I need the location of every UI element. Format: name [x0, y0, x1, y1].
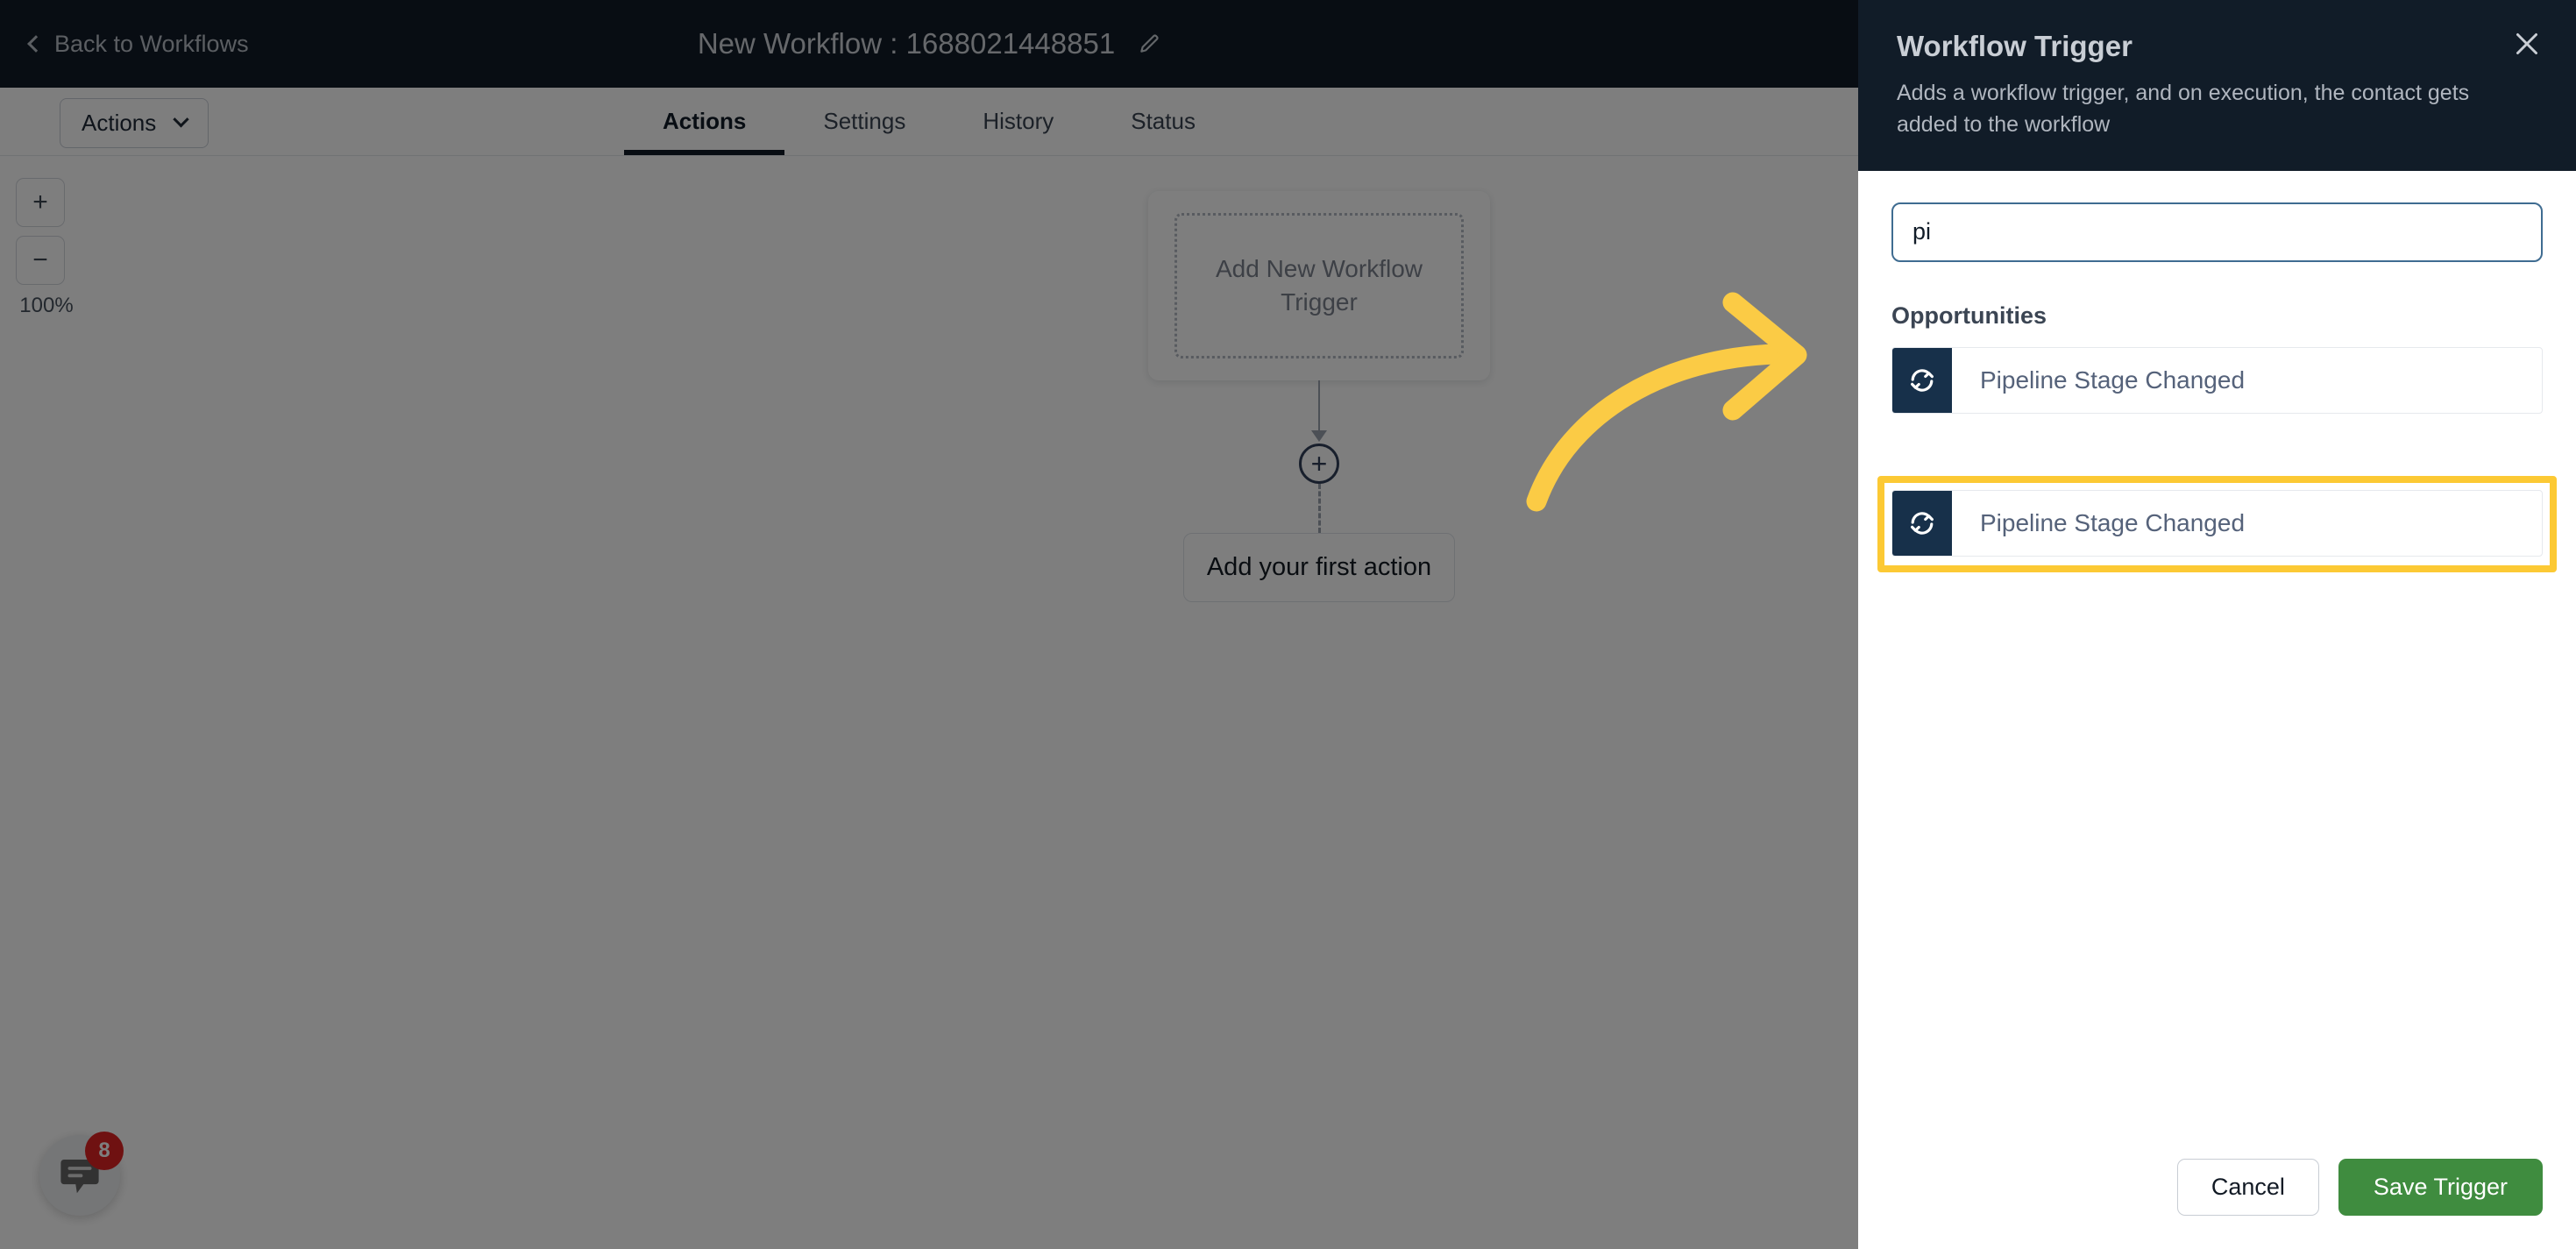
tab-history[interactable]: History — [944, 88, 1092, 155]
connector-dashed — [1317, 483, 1321, 533]
plus-circle-icon[interactable]: + — [1299, 443, 1339, 484]
zoom-level-label: 100% — [19, 294, 74, 317]
zoom-out-label: − — [32, 245, 48, 274]
tab-list: Actions Settings History Status — [624, 88, 1234, 155]
pencil-icon[interactable] — [1138, 32, 1160, 55]
panel-header: Workflow Trigger Adds a workflow trigger… — [1858, 0, 2576, 171]
zoom-controls: + − 100% — [16, 178, 77, 318]
sync-refresh-icon-tile — [1892, 347, 1952, 413]
tab-settings[interactable]: Settings — [784, 88, 944, 155]
actions-dropdown-button[interactable]: Actions — [60, 98, 209, 148]
trigger-results-list: Pipeline Stage Changed — [1891, 346, 2543, 414]
workflow-trigger-panel: Workflow Trigger Adds a workflow trigger… — [1858, 0, 2576, 1249]
workflow-title: New Workflow : 1688021448851 — [697, 27, 1116, 60]
tab-bar: Actions Settings History Status — [0, 88, 1858, 156]
trigger-result-label-highlighted: Pipeline Stage Changed — [1980, 508, 2246, 536]
zoom-out-button[interactable]: − — [16, 236, 65, 285]
trigger-result-pipeline-stage-changed-highlighted[interactable]: Pipeline Stage Changed — [1891, 489, 2543, 557]
tab-actions-label: Actions — [663, 108, 747, 134]
tab-settings-label: Settings — [823, 108, 906, 134]
workflow-canvas: + − 100% Add New Workflow Trigger + Add … — [0, 156, 1858, 1249]
trigger-card[interactable]: Add New Workflow Trigger — [1148, 191, 1490, 380]
workflow-title-group: New Workflow : 1688021448851 — [0, 0, 1858, 88]
top-bar: Back to Workflows New Workflow : 1688021… — [0, 0, 1858, 88]
chevron-down-icon — [173, 111, 189, 128]
zoom-in-button[interactable]: + — [16, 178, 65, 227]
highlighted-result-overlay: Pipeline Stage Changed — [1891, 489, 2543, 557]
result-group-label-opportunities: Opportunities — [1891, 302, 2047, 329]
trigger-search-input[interactable] — [1891, 202, 2543, 262]
chat-unread-badge: 8 — [85, 1132, 124, 1170]
panel-description: Adds a workflow trigger, and on executio… — [1897, 81, 2470, 138]
save-trigger-button[interactable]: Save Trigger — [2338, 1159, 2543, 1216]
back-to-workflows-link[interactable]: Back to Workflows — [27, 30, 249, 58]
tab-actions[interactable]: Actions — [624, 88, 785, 155]
chevron-left-icon — [27, 35, 45, 53]
connector-arrow — [1318, 380, 1320, 440]
tab-history-label: History — [983, 108, 1054, 134]
close-icon[interactable] — [2511, 28, 2543, 60]
sync-refresh-icon-tile-highlighted — [1892, 490, 1952, 556]
trigger-result-label: Pipeline Stage Changed — [1980, 365, 2246, 394]
app-root: Back to Workflows New Workflow : 1688021… — [0, 0, 2576, 1249]
actions-dropdown-label: Actions — [82, 110, 157, 136]
trigger-result-pipeline-stage-changed[interactable]: Pipeline Stage Changed — [1891, 346, 2543, 414]
zoom-in-label: + — [32, 188, 48, 216]
cancel-button[interactable]: Cancel — [2176, 1159, 2319, 1216]
panel-title: Workflow Trigger — [1897, 30, 2132, 62]
add-first-action-button[interactable]: Add your first action — [1183, 532, 1455, 602]
add-trigger-placeholder[interactable]: Add New Workflow Trigger — [1174, 213, 1464, 358]
sync-refresh-icon — [1911, 511, 1934, 535]
sync-refresh-icon — [1911, 368, 1934, 392]
tab-status-label: Status — [1131, 108, 1196, 134]
back-to-workflows-label: Back to Workflows — [54, 30, 249, 57]
panel-body: Opportunities Pipeline Stage Changed — [1858, 171, 2576, 1160]
tab-status[interactable]: Status — [1092, 88, 1234, 155]
chat-widget[interactable]: 8 — [39, 1132, 124, 1216]
workflow-flow: Add New Workflow Trigger + Add your firs… — [1148, 191, 1490, 602]
panel-footer: Cancel Save Trigger — [1858, 1159, 2576, 1249]
